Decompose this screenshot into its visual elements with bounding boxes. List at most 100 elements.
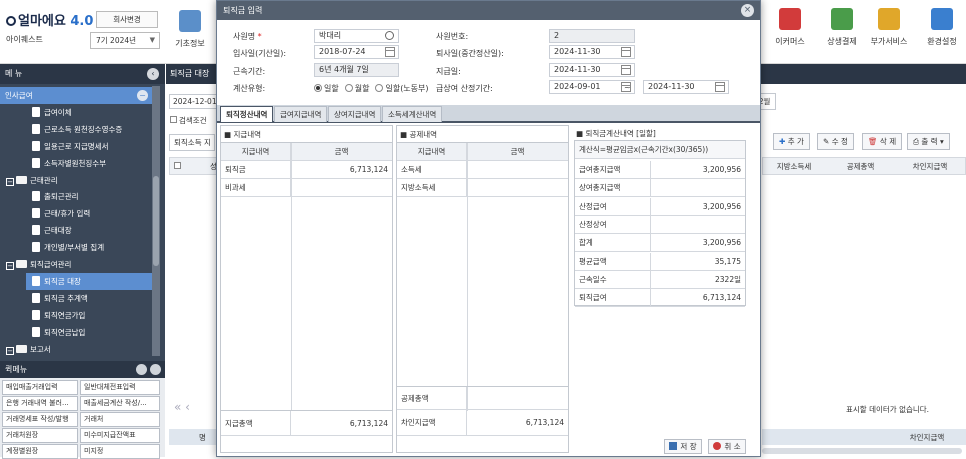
edit-icon: ✎ (823, 137, 830, 146)
collapse-toggle-icon[interactable]: − (6, 177, 14, 186)
gear-icon[interactable] (136, 364, 147, 375)
sidebar-item[interactable]: 근태/휴가 입력 (0, 205, 155, 222)
sidebar-item[interactable]: − 보고서 (0, 341, 155, 358)
dialog-tab[interactable]: 퇴직정산내역 (220, 106, 274, 122)
document-icon (32, 292, 40, 303)
calendar-icon[interactable] (621, 47, 631, 57)
top-menu-item[interactable]: 부가서비스 (865, 8, 913, 58)
quick-menu-button[interactable]: 미수미지급잔액표 (80, 428, 160, 443)
delete-button[interactable]: 🗑 삭 제 (862, 133, 903, 150)
cancel-icon (713, 442, 722, 450)
tab-retirement-income[interactable]: 퇴직소득 지 (169, 134, 215, 151)
add-button[interactable]: ✚ 추 가 (773, 133, 810, 150)
row-amount[interactable] (467, 179, 568, 196)
basic-info-button[interactable]: 기초정보 (170, 10, 210, 56)
quick-menu-grid: 매입매출거래입력 일반대체전표입력 은행 거래내역 불러... 매출세금계산 작성/.… (0, 378, 165, 459)
select-all-checkbox[interactable] (174, 162, 181, 169)
sidebar-item[interactable]: 출퇴근관리 (0, 188, 155, 205)
top-menu-item[interactable]: 이커머스 (766, 8, 814, 58)
table-row[interactable]: 지방소득세 (397, 179, 568, 197)
scrollbar-thumb[interactable] (153, 176, 159, 266)
avg-wage-from-input[interactable]: 2024-09-01 (549, 80, 635, 94)
top-menu-item[interactable]: 환경설정 (918, 8, 966, 58)
collapse-toggle-icon[interactable]: − (6, 262, 14, 270)
period-select[interactable]: 7기 2024년 ▼ (90, 32, 160, 49)
sidebar-scrollbar[interactable] (152, 86, 160, 356)
calendar-icon[interactable] (621, 65, 631, 75)
sidebar-item-label: 퇴직급여관리 (30, 260, 72, 269)
top-menu-item[interactable]: 상생결제 (818, 8, 866, 58)
table-header-right: 지방소득세 공제총액 차인지급액 (762, 157, 966, 175)
calc-row-name: 근속일수 (575, 270, 651, 288)
dialog-tab[interactable]: 상여지급내역 (328, 106, 382, 122)
print-button[interactable]: ⎙ 출 력 ▾ (907, 133, 950, 150)
table-row[interactable]: 소득세 (397, 161, 568, 179)
sidebar-item[interactable]: − 퇴직급여관리 (0, 256, 155, 273)
calendar-icon[interactable] (385, 47, 395, 57)
menu-icon (878, 8, 900, 30)
search-icon[interactable] (385, 31, 394, 40)
calc-type-radio[interactable]: 월할 (344, 84, 369, 93)
sidebar-item[interactable]: 근로소득 원천징수영수증 (0, 121, 155, 138)
quick-menu-button[interactable]: 거래명세표 작성/발행 (2, 412, 78, 427)
save-icon (669, 442, 678, 450)
grid-header-cell: 금액 (510, 147, 525, 156)
sidebar-item[interactable]: 급여이체 (0, 104, 155, 121)
collapse-toggle-icon[interactable]: − (6, 346, 14, 355)
row-amount[interactable]: 6,713,124 (291, 161, 392, 178)
sidebar-item[interactable]: 일용근로 지급명세서 (0, 138, 155, 155)
sidebar-item[interactable]: 퇴직금 대장 (26, 272, 152, 290)
change-company-button[interactable]: 회사변경 (96, 11, 158, 28)
app-logo: 얼마에요 4.0 (6, 10, 93, 29)
collapse-icon[interactable]: ‹ (147, 68, 159, 80)
dialog-tab[interactable]: 급여지급내역 (274, 106, 328, 122)
retire-date-input[interactable]: 2024-11-30 (549, 45, 635, 59)
edit-button[interactable]: ✎ 수 정 (817, 133, 854, 150)
grid-divider (291, 143, 292, 411)
sidebar-item[interactable]: 소득자별원천징수부 (0, 155, 155, 172)
calc-row-value (651, 216, 745, 233)
join-date-input[interactable]: 2018-07-24 (314, 45, 399, 59)
employee-name-input[interactable]: 박대리 (314, 29, 399, 43)
sidebar-item[interactable]: 퇴직연금가입 (0, 307, 155, 324)
sidebar-item[interactable]: − 근태관리 (0, 172, 155, 189)
horizontal-scrollbar[interactable] (762, 448, 962, 454)
quick-menu-button[interactable]: 거래처 (80, 412, 160, 427)
close-icon[interactable]: × (741, 4, 754, 17)
sidebar-item[interactable]: 퇴직금 추계액 (0, 290, 155, 307)
row-amount[interactable] (467, 161, 568, 178)
calc-row-value: 35,175 (714, 256, 741, 266)
sidebar-item[interactable]: 근태대장 (0, 222, 155, 239)
quick-menu-button[interactable]: 은행 거래내역 불러... (2, 396, 78, 411)
sidebar-item[interactable]: 인사급여 − (0, 87, 152, 104)
calendar-icon[interactable] (715, 82, 725, 92)
row-amount[interactable] (291, 179, 392, 196)
sidebar-item[interactable]: 퇴직연금납입 (0, 324, 155, 341)
quick-menu-button[interactable]: 매출세금계산 작성/... (80, 396, 160, 411)
dialog-tab[interactable]: 소득세계산내역 (382, 106, 443, 122)
calc-type-radio[interactable]: 일할 (314, 84, 339, 93)
table-row[interactable]: 비과세 (221, 179, 392, 197)
avg-wage-to-input[interactable]: 2024-11-30 (643, 80, 729, 94)
calc-type-radio[interactable]: 일할(노동부) (375, 84, 429, 93)
search-condition-toggle[interactable]: 검색조건 (170, 115, 207, 126)
employee-no-label: 사원번호: (436, 32, 469, 41)
page-prev-icon[interactable]: « ‹ (174, 400, 190, 414)
cancel-button[interactable]: 취 소 (708, 439, 746, 454)
sidebar-item-label: 개인별/부서별 집계 (44, 243, 105, 253)
quick-menu-button[interactable]: 매입매출거래입력 (2, 380, 78, 395)
company-name: 아이퀘스트 (6, 35, 43, 44)
quick-menu-button[interactable]: 거래처원장 (2, 428, 78, 443)
table-row[interactable]: 퇴직금 6,713,124 (221, 161, 392, 179)
collapse-icon[interactable]: − (137, 90, 148, 101)
quick-menu-button[interactable]: 일반대체전표입력 (80, 380, 160, 395)
tab-retirement-ledger[interactable]: 퇴직금 대장 (170, 64, 209, 84)
document-icon (32, 275, 40, 286)
sidebar-item[interactable]: 개인별/부서별 집계 (0, 239, 155, 256)
calc-row-name: 평균급액 (575, 252, 651, 270)
chevron-down-icon[interactable] (150, 364, 161, 375)
calc-row: 합계 3,200,956 (575, 234, 745, 253)
date-from-field[interactable]: 2024-12-01 (169, 94, 217, 109)
pay-date-input[interactable]: 2024-11-30 (549, 63, 635, 77)
save-button[interactable]: 저 장 (664, 439, 702, 454)
